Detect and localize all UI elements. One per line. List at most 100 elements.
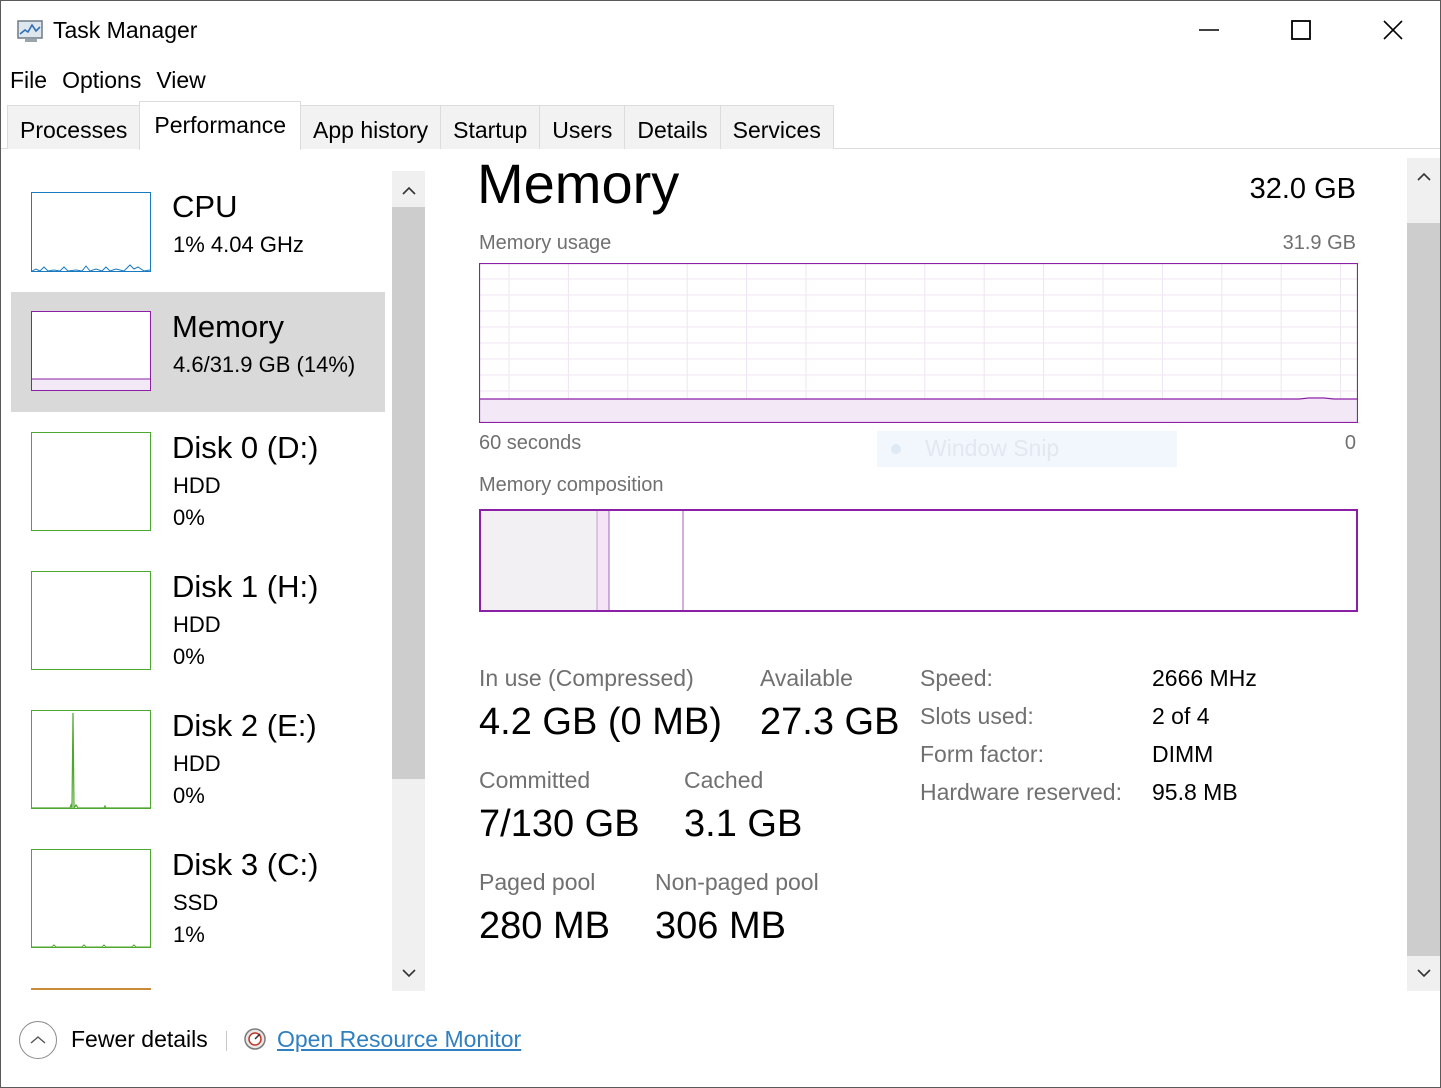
- total-memory: 32.0 GB: [1249, 173, 1356, 205]
- window-snip-overlay: Window Snip: [877, 431, 1177, 467]
- sidebar-scroll-up-button[interactable]: [392, 175, 425, 207]
- memory-composition-graph: [479, 509, 1358, 612]
- slots-used-value: 2 of 4: [1152, 703, 1210, 729]
- cached-label: Cached: [684, 767, 764, 793]
- sidebar-item-usage: 0%: [173, 783, 205, 808]
- time-axis-end: 0: [1344, 432, 1356, 454]
- fewer-details-label[interactable]: Fewer details: [71, 1026, 208, 1053]
- sidebar-item-detail: 1% 4.04 GHz: [173, 232, 304, 257]
- sidebar-item-disk-3[interactable]: Disk 3 (C:) SSD 1%: [11, 838, 385, 968]
- committed-label: Committed: [479, 767, 591, 793]
- modified-segment: [597, 510, 609, 611]
- page-title: Memory: [477, 152, 680, 215]
- disk-2-thumbnail-graph: [31, 710, 151, 809]
- open-resource-monitor-link[interactable]: Open Resource Monitor: [277, 1026, 521, 1053]
- sidebar-item-type: HDD: [173, 473, 221, 498]
- sidebar-item-partial[interactable]: [11, 986, 385, 991]
- tab-app-history[interactable]: App history: [300, 105, 442, 149]
- memory-usage-max: 31.9 GB: [1282, 232, 1356, 254]
- cached-value: 3.1 GB: [684, 803, 803, 845]
- fewer-details-button[interactable]: [19, 1021, 57, 1059]
- sidebar-item-title: Disk 1 (H:): [172, 569, 319, 604]
- sidebar-item-type: HDD: [173, 751, 221, 776]
- tab-performance[interactable]: Performance: [139, 101, 302, 150]
- chevron-down-icon: [1416, 969, 1431, 978]
- menu-view[interactable]: View: [149, 63, 213, 97]
- hardware-reserved-value: 95.8 MB: [1152, 779, 1238, 805]
- window-title: Task Manager: [53, 17, 198, 43]
- disk-0-thumbnail-graph: [31, 432, 151, 531]
- sidebar-scroll-down-button[interactable]: [392, 957, 425, 989]
- non-paged-pool-value: 306 MB: [655, 905, 786, 947]
- paged-pool-value: 280 MB: [479, 905, 610, 947]
- speed-label: Speed:: [920, 665, 993, 691]
- tab-strip: Processes Performance App history Startu…: [7, 101, 834, 150]
- minimize-button[interactable]: [1163, 1, 1255, 59]
- main-scroll-up-button[interactable]: [1407, 161, 1440, 193]
- tab-users[interactable]: Users: [539, 105, 626, 149]
- hardware-reserved-label: Hardware reserved:: [920, 779, 1122, 805]
- close-icon: [1383, 20, 1403, 40]
- tab-startup[interactable]: Startup: [440, 105, 541, 149]
- cpu-thumbnail-graph: [31, 192, 151, 272]
- snip-label: Window Snip: [925, 435, 1060, 461]
- resource-monitor-icon: [243, 1027, 267, 1051]
- sidebar-item-disk-2[interactable]: Disk 2 (E:) HDD 0%: [11, 699, 385, 829]
- slots-used-label: Slots used:: [920, 703, 1034, 729]
- paged-pool-label: Paged pool: [479, 869, 596, 895]
- main-scroll-down-button[interactable]: [1407, 957, 1440, 989]
- footer-divider: [226, 1031, 227, 1051]
- in-use-label: In use (Compressed): [479, 665, 694, 691]
- speed-value: 2666 MHz: [1152, 665, 1257, 691]
- form-factor-value: DIMM: [1152, 741, 1214, 767]
- chevron-up-icon: [401, 186, 416, 195]
- sidebar-item-usage: 0%: [173, 505, 205, 530]
- chevron-up-icon: [30, 1036, 46, 1044]
- available-value: 27.3 GB: [760, 701, 900, 743]
- form-factor-label: Form factor:: [920, 741, 1044, 767]
- snip-dot-icon: [891, 444, 901, 454]
- in-use-segment: [480, 510, 597, 611]
- time-axis-start: 60 seconds: [479, 432, 582, 454]
- disk-3-thumbnail-graph: [31, 849, 151, 948]
- partial-thumbnail-graph: [31, 988, 151, 991]
- sidebar-item-disk-0[interactable]: Disk 0 (D:) HDD 0%: [11, 421, 385, 551]
- sidebar-item-title: Disk 0 (D:): [172, 430, 319, 465]
- sidebar-item-cpu[interactable]: CPU 1% 4.04 GHz: [11, 171, 385, 291]
- sidebar-item-type: SSD: [173, 890, 219, 915]
- sidebar-item-usage: 0%: [173, 644, 205, 669]
- menu-bar: File Options View: [1, 63, 214, 97]
- tab-processes[interactable]: Processes: [7, 105, 141, 149]
- sidebar-item-title: Disk 3 (C:): [172, 847, 319, 882]
- sidebar-item-type: HDD: [173, 612, 221, 637]
- memory-usage-label: Memory usage: [479, 232, 612, 254]
- tab-services[interactable]: Services: [719, 105, 834, 149]
- sidebar-scrollbar-thumb[interactable]: [392, 207, 425, 779]
- task-manager-icon: [17, 18, 47, 44]
- committed-value: 7/130 GB: [479, 803, 640, 845]
- memory-composition-label: Memory composition: [479, 474, 664, 496]
- memory-thumbnail-graph: [31, 311, 151, 391]
- resource-sidebar: CPU 1% 4.04 GHz Memory 4.6/31.9 GB (14%)…: [11, 171, 385, 991]
- memory-usage-graph: [479, 263, 1358, 423]
- sidebar-item-title: CPU: [172, 189, 238, 224]
- maximize-button[interactable]: [1255, 1, 1347, 59]
- disk-1-thumbnail-graph: [31, 571, 151, 670]
- sidebar-item-memory[interactable]: Memory 4.6/31.9 GB (14%): [11, 292, 385, 412]
- non-paged-pool-label: Non-paged pool: [655, 869, 819, 895]
- tab-details[interactable]: Details: [624, 105, 721, 149]
- menu-options[interactable]: Options: [55, 63, 149, 97]
- sidebar-item-usage: 1%: [173, 922, 205, 947]
- chevron-up-icon: [1416, 172, 1431, 181]
- menu-file[interactable]: File: [1, 63, 55, 97]
- minimize-icon: [1199, 29, 1219, 31]
- title-bar[interactable]: Task Manager: [1, 1, 1440, 61]
- in-use-value: 4.2 GB (0 MB): [479, 701, 722, 743]
- sidebar-item-title: Memory: [172, 309, 284, 344]
- close-button[interactable]: [1347, 1, 1439, 59]
- task-manager-window: Task Manager File Options View Processes…: [0, 0, 1441, 1088]
- sidebar-item-disk-1[interactable]: Disk 1 (H:) HDD 0%: [11, 560, 385, 690]
- main-scrollbar-thumb[interactable]: [1407, 223, 1440, 956]
- maximize-icon: [1291, 20, 1311, 40]
- available-label: Available: [760, 665, 853, 691]
